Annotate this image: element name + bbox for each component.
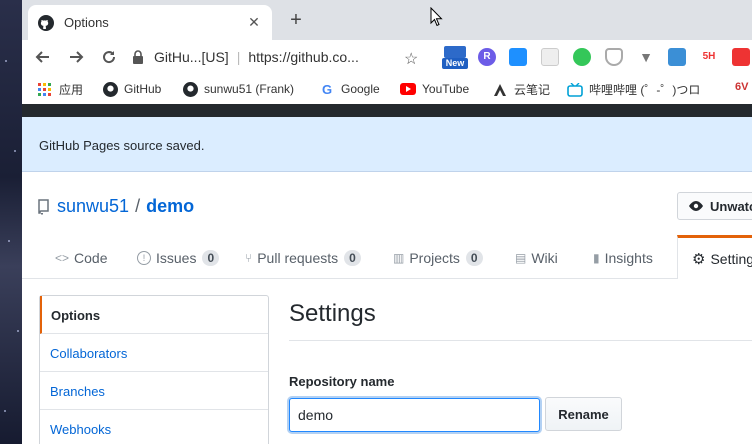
project-icon: ▥ (393, 250, 405, 265)
tab-projects[interactable]: ▥ Projects 0 (393, 236, 483, 279)
github-icon (38, 14, 54, 31)
forward-arrow-icon[interactable] (65, 46, 87, 68)
tab-label: Insights (604, 249, 653, 266)
bookmark-label: 应用 (59, 83, 84, 97)
extension-blue-icon[interactable] (509, 48, 527, 66)
browser-toolbar: GitHu...[US] | https://github.co... ☆ Ne… (22, 40, 752, 74)
bookmarks-bar: 应用 GitHub sunwu51 (Frank) G Google YouTu… (22, 74, 752, 104)
tab-label: Settings (710, 250, 752, 267)
lock-icon (133, 50, 143, 64)
bookmark-google[interactable]: G Google (319, 81, 380, 97)
menu-item-options[interactable]: Options (40, 296, 268, 334)
github-icon (102, 81, 118, 97)
settings-menu: Options Collaborators Branches Webhooks (39, 295, 269, 444)
site-identity: GitHu...[US] (154, 49, 229, 65)
bookmark-notes[interactable]: 云笔记 (492, 81, 550, 98)
github-icon (182, 81, 198, 97)
shield-extension-icon[interactable] (605, 48, 623, 66)
tab-title: Options (64, 15, 109, 30)
rename-button[interactable]: Rename (545, 397, 622, 431)
github-header (22, 104, 752, 117)
tab-settings[interactable]: ⚙ Settings (677, 235, 752, 279)
bookmark-label: GitHub (124, 82, 162, 96)
flash-notice: GitHub Pages source saved. (22, 117, 752, 172)
extension-5h-icon[interactable]: 5H (700, 48, 718, 66)
tab-label: Code (74, 249, 108, 266)
tab-insights[interactable]: ▮ Insights (593, 236, 653, 279)
bookmark-label: sunwu51 (Frank) (204, 82, 295, 96)
tab-code[interactable]: <> Code (55, 236, 107, 279)
pull-request-icon: ⑂ (245, 250, 253, 265)
repo-separator: / (135, 196, 141, 216)
repo-icon (38, 198, 49, 215)
bookmark-github[interactable]: GitHub (102, 81, 161, 97)
tab-wiki[interactable]: ▤ Wiki (515, 236, 558, 279)
google-icon: G (321, 81, 333, 97)
repo-name-input[interactable] (289, 398, 540, 432)
vue-extension-icon[interactable]: ▼ (637, 48, 655, 66)
book-icon: ▤ (515, 250, 527, 265)
tab-issues[interactable]: ! Issues 0 (137, 236, 220, 279)
bilibili-icon (567, 82, 583, 98)
close-tab-icon[interactable]: ✕ (246, 14, 262, 31)
address-separator: | (236, 49, 241, 65)
repo-owner-link[interactable]: sunwu51 (57, 196, 129, 217)
address-bar[interactable]: GitHu...[US] | https://github.co... (132, 43, 432, 71)
menu-item-collaborators[interactable]: Collaborators (40, 334, 268, 372)
bookmark-label: 云笔记 (514, 83, 551, 97)
bookmark-label: YouTube (422, 82, 470, 96)
youtube-icon (400, 81, 416, 97)
tab-label: Projects (409, 249, 460, 266)
gear-icon: ⚙ (692, 250, 706, 268)
bookmark-sunwu51[interactable]: sunwu51 (Frank) (182, 81, 294, 97)
layers-extension-icon[interactable] (668, 48, 686, 66)
extension-grid-icon[interactable] (541, 48, 559, 66)
watch-label: Unwatc (710, 198, 752, 214)
bookmark-6v[interactable]: 6V (735, 81, 748, 93)
note-icon (492, 82, 508, 98)
settings-title: Settings (289, 300, 376, 327)
browser-window: Options ✕ + GitHu...[US] | https://githu… (22, 0, 752, 444)
menu-item-webhooks[interactable]: Webhooks (40, 410, 268, 444)
browser-tab[interactable]: Options ✕ (28, 5, 272, 40)
extension-r-icon[interactable]: R (478, 48, 496, 66)
tab-label: Pull requests (257, 249, 339, 266)
tab-label: Wiki (531, 249, 558, 266)
new-tab-button[interactable]: + (284, 9, 308, 31)
projects-count: 0 (465, 249, 483, 266)
bookmark-label: 哔哩哔哩 (゜-゜)つロ (589, 83, 701, 97)
extension-red-icon[interactable] (732, 48, 750, 66)
desktop-background (0, 0, 24, 444)
back-arrow-icon[interactable] (32, 46, 54, 68)
tab-strip: Options ✕ + (22, 0, 752, 40)
code-icon: <> (55, 250, 70, 265)
graph-icon: ▮ (593, 250, 600, 265)
url-text: https://github.co... (248, 49, 359, 65)
repo-header: sunwu51 / demo (38, 196, 194, 217)
reload-icon[interactable] (98, 46, 120, 68)
bookmark-apps[interactable]: 应用 (37, 81, 83, 98)
bookmark-youtube[interactable]: YouTube (400, 81, 469, 97)
flash-message: GitHub Pages source saved. (39, 138, 205, 153)
mouse-cursor-icon (430, 7, 443, 27)
tab-label: Issues (156, 249, 197, 266)
pull-requests-count: 0 (344, 249, 361, 266)
apps-grid-icon (37, 82, 53, 98)
new-extension-icon[interactable]: New (442, 46, 468, 70)
bookmark-bilibili[interactable]: 哔哩哔哩 (゜-゜)つロ (567, 81, 700, 98)
bookmark-label: Google (341, 82, 380, 96)
bookmark-star-icon[interactable]: ☆ (404, 49, 418, 69)
extension-green-icon[interactable] (573, 48, 591, 66)
tab-pull-requests[interactable]: ⑂ Pull requests 0 (245, 236, 361, 279)
menu-item-branches[interactable]: Branches (40, 372, 268, 410)
eye-icon (689, 201, 703, 211)
repo-nav: <> Code ! Issues 0 ⑂ Pull requests 0 ▥ P… (22, 235, 752, 279)
issue-icon: ! (137, 250, 151, 265)
repo-name-label: Repository name (289, 374, 395, 389)
divider (289, 340, 752, 341)
issues-count: 0 (202, 249, 220, 266)
repo-name-link[interactable]: demo (146, 196, 194, 217)
unwatch-button[interactable]: Unwatc (677, 192, 752, 220)
